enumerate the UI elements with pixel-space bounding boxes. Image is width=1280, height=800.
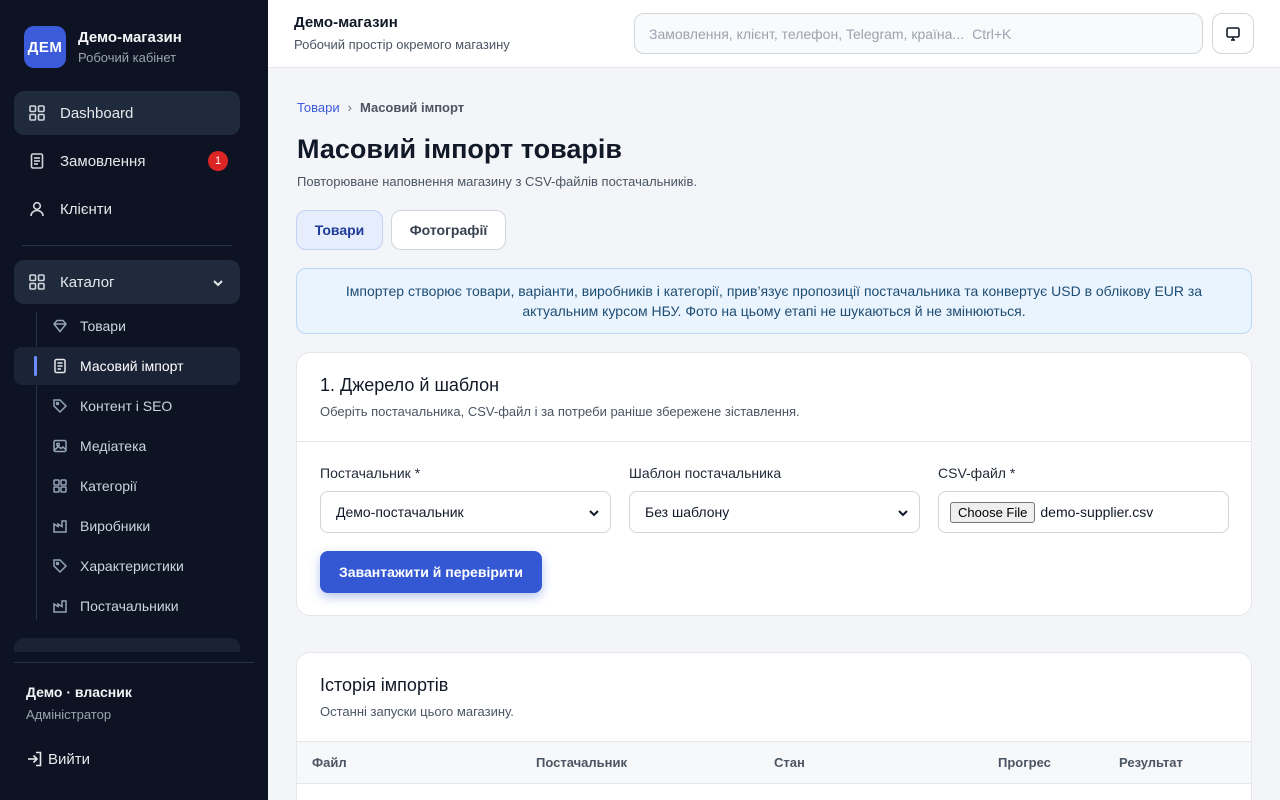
user-name: Демо · власник [26,684,132,700]
search-placeholder: Замовлення, клієнт, телефон, Telegram, к… [649,25,965,42]
sidebar-scroll-fade [14,638,240,652]
sidebar-subitem-label: Масовий імпорт [80,358,184,374]
user-icon [28,200,46,218]
sidebar-subitem-label: Характеристики [80,558,184,574]
choose-file-button[interactable]: Choose File [950,501,1036,523]
sidebar-subitem-bulk-import[interactable]: Масовий імпорт [14,347,240,385]
column-header-supplier: Постачальник [536,755,627,770]
template-label: Шаблон постачальника [629,465,782,481]
card-subtitle: Останні запуски цього магазину. [320,704,514,719]
orders-count-badge: 1 [208,151,228,171]
column-header-progress: Прогрес [998,755,1051,770]
upload-validate-button[interactable]: Завантажити й перевірити [320,551,542,593]
chevron-down-icon [588,506,600,518]
sidebar-item-label: Клієнти [60,200,113,218]
sidebar-item-orders[interactable]: Замовлення 1 [14,139,240,183]
sidebar-subitem-attributes[interactable]: Характеристики [14,547,240,585]
logout-label: Вийти [48,750,91,768]
supplier-select[interactable]: Демо-постачальник [320,491,611,533]
document-icon [28,152,46,170]
sidebar-item-label: Dashboard [60,104,134,122]
image-icon [53,439,67,453]
csv-label: CSV-файл * [938,465,1016,481]
breadcrumb-link-products[interactable]: Товари [297,100,340,115]
tab-products[interactable]: Товари [296,210,383,250]
workspace-title: Демо-магазин [294,14,398,31]
display-mode-button[interactable] [1212,13,1254,54]
logout-icon [28,751,42,767]
template-select[interactable]: Без шаблону [629,491,920,533]
sidebar-subitem-label: Контент і SEO [80,398,173,414]
search-input[interactable]: Замовлення, клієнт, телефон, Telegram, к… [634,13,1203,54]
search-shortcut: Ctrl+K [972,25,1012,42]
sidebar-item-label: Каталог [60,273,115,291]
sidebar-subitem-label: Постачальники [80,598,179,614]
chevron-down-icon [897,506,909,518]
sidebar: ДЕМ Демо-магазин Робочий кабінет Dashboa… [0,0,268,800]
card-title: Історія імпортів [320,675,449,695]
sidebar-item-catalog[interactable]: Каталог [14,260,240,304]
info-banner: Імпортер створює товари, варіанти, вироб… [296,268,1252,334]
sidebar-subitem-content-seo[interactable]: Контент і SEO [14,387,240,425]
grid-icon [28,104,46,122]
table-header: Файл Постачальник Стан Прогрес Результат [297,741,1251,784]
card-title: 1. Джерело й шаблон [320,375,500,395]
topbar: Демо-магазин Робочий простір окремого ма… [268,0,1280,68]
column-header-status: Стан [774,755,805,770]
sidebar-subitem-suppliers[interactable]: Постачальники [14,587,240,625]
sidebar-divider [22,245,232,246]
column-header-result: Результат [1119,755,1183,770]
card-subtitle: Оберіть постачальника, CSV-файл і за пот… [320,404,800,419]
brand-title: Демо-магазин [78,29,182,46]
brand-logo: ДЕМ [24,26,66,68]
tag-icon [53,559,68,574]
sidebar-divider [14,662,254,663]
sidebar-subitem-label: Виробники [80,518,151,534]
csv-filename: demo-supplier.csv [1040,504,1154,520]
grid-icon [53,479,67,493]
breadcrumb-separator: › [347,100,352,115]
supplier-label: Постачальник * [320,465,421,481]
sidebar-item-label: Замовлення [60,152,146,170]
sidebar-subitem-label: Категорії [80,478,138,494]
page-title: Масовий імпорт товарів [297,134,622,164]
sidebar-subitem-products[interactable]: Товари [14,307,240,345]
page-subtitle: Повторюване наповнення магазину з CSV-фа… [297,174,697,189]
grid-icon [28,273,46,291]
sidebar-item-dashboard[interactable]: Dashboard [14,91,240,135]
tab-photos[interactable]: Фотографії [391,210,506,250]
supplier-select-value: Демо-постачальник [336,504,464,520]
breadcrumb-current: Масовий імпорт [359,100,465,115]
csv-file-input[interactable]: Choose File demo-supplier.csv [938,491,1229,533]
import-history-card: Історія імпортів Останні запуски цього м… [296,652,1252,800]
brand-subtitle: Робочий кабінет [78,50,177,65]
factory-icon [53,600,67,613]
sidebar-subitem-label: Медіатека [80,438,147,454]
brand[interactable]: ДЕМ Демо-магазин Робочий кабінет [24,26,182,68]
sidebar-subitem-manufacturers[interactable]: Виробники [14,507,240,545]
diamond-icon [53,319,67,333]
logout-button[interactable]: Вийти [26,750,90,768]
monitor-icon [1226,26,1240,41]
sidebar-subitem-media[interactable]: Медіатека [14,427,240,465]
sidebar-item-clients[interactable]: Клієнти [14,187,240,231]
breadcrumb: Товари › Масовий імпорт [297,100,464,115]
tag-icon [53,399,68,414]
column-header-file: Файл [312,755,347,770]
document-icon [54,358,66,374]
card-divider [297,441,1251,442]
workspace-subtitle: Робочий простір окремого магазину [294,37,510,52]
factory-icon [53,520,67,533]
sidebar-subitem-label: Товари [80,318,126,334]
chevron-down-icon[interactable] [212,276,224,288]
user-role: Адміністратор [26,707,112,722]
sidebar-subitem-categories[interactable]: Категорії [14,467,240,505]
template-select-value: Без шаблону [645,504,730,520]
source-template-card: 1. Джерело й шаблон Оберіть постачальник… [296,352,1252,616]
